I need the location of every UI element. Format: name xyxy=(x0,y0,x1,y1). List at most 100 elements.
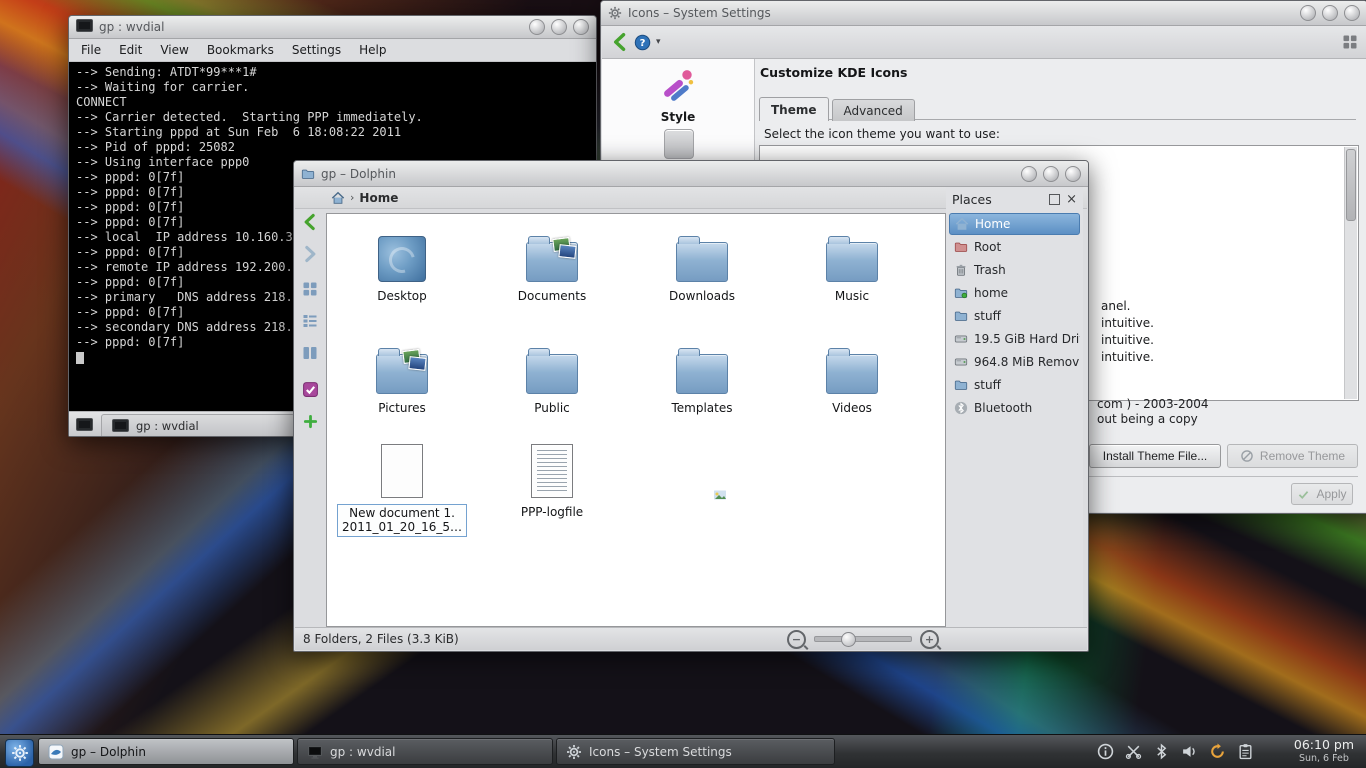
place-item-stuff[interactable]: stuff xyxy=(949,374,1080,396)
maximize-button[interactable] xyxy=(551,19,567,35)
columns-view-button[interactable] xyxy=(298,341,322,365)
place-item-964-8-mib-remov-[interactable]: 964.8 MiB Remov… xyxy=(949,351,1080,373)
forward-button[interactable] xyxy=(298,242,322,266)
zoom-out-icon[interactable]: − xyxy=(787,630,806,649)
icons-view-button[interactable] xyxy=(298,277,322,301)
drive-icon xyxy=(954,332,968,346)
terminal-line: CONNECT xyxy=(76,95,589,110)
settings-window-icon xyxy=(608,6,622,20)
tab-advanced[interactable]: Advanced xyxy=(832,99,915,121)
menu-view[interactable]: View xyxy=(160,43,188,57)
place-item-stuff[interactable]: stuff xyxy=(949,305,1080,327)
theme-list-item-fragment: intuitive. xyxy=(1101,332,1154,349)
task-icons-system-settings[interactable]: Icons – System Settings xyxy=(556,738,835,765)
maximize-button[interactable] xyxy=(1322,5,1338,21)
no-entry-icon xyxy=(1240,449,1254,463)
float-panel-icon[interactable] xyxy=(1049,194,1060,205)
place-item-home[interactable]: Home xyxy=(949,213,1080,235)
terminal-titlebar[interactable]: gp : wvdial xyxy=(69,16,596,39)
clipboard-icon[interactable] xyxy=(1237,743,1254,760)
folder-label: Downloads xyxy=(665,288,739,304)
details-view-button[interactable] xyxy=(298,309,322,333)
new-tab-button[interactable] xyxy=(71,413,97,435)
maximize-button[interactable] xyxy=(1043,166,1059,182)
bluetooth-icon[interactable] xyxy=(1153,743,1170,760)
back-button[interactable] xyxy=(298,210,322,234)
check-icon xyxy=(1297,488,1310,501)
task-gp-dolphin[interactable]: gp – Dolphin xyxy=(38,738,294,765)
terminal-icon xyxy=(76,418,93,431)
menu-help[interactable]: Help xyxy=(359,43,386,57)
scissors-icon[interactable] xyxy=(1125,743,1142,760)
folder-item-music[interactable]: Music xyxy=(777,222,927,304)
menu-bookmarks[interactable]: Bookmarks xyxy=(207,43,274,57)
apply-button[interactable]: Apply xyxy=(1291,483,1353,505)
dolphin-icon xyxy=(48,744,64,760)
file-item[interactable]: New document 1. 2011_01_20_16_5… xyxy=(327,438,477,537)
place-item-19-5-gib-hard-drive[interactable]: 19.5 GiB Hard Drive xyxy=(949,328,1080,350)
place-item-trash[interactable]: Trash xyxy=(949,259,1080,281)
overview-icon[interactable] xyxy=(1342,34,1358,50)
home-icon xyxy=(955,217,969,231)
sidebar-item-style[interactable]: Style xyxy=(602,67,754,124)
close-button[interactable] xyxy=(1065,166,1081,182)
menu-settings[interactable]: Settings xyxy=(292,43,341,57)
scrollbar[interactable] xyxy=(1344,147,1357,399)
desktop-folder-icon xyxy=(378,236,426,282)
updates-icon[interactable] xyxy=(1209,743,1226,760)
file-label: PPP-logfile xyxy=(517,504,587,520)
close-button[interactable] xyxy=(573,19,589,35)
menu-file[interactable]: File xyxy=(81,43,101,57)
place-label: Home xyxy=(975,217,1010,231)
clock[interactable]: 06:10 pm Sun, 6 Feb xyxy=(1294,737,1354,765)
theme-list-item-fragment: intuitive. xyxy=(1101,315,1154,332)
remove-theme-button[interactable]: Remove Theme xyxy=(1227,444,1358,468)
photo-thumb xyxy=(558,244,576,259)
settings-titlebar[interactable]: Icons – System Settings xyxy=(601,1,1366,26)
folder-item-pictures[interactable]: Pictures xyxy=(327,334,477,416)
minimize-button[interactable] xyxy=(1300,5,1316,21)
volume-icon[interactable] xyxy=(1181,743,1198,760)
folder-item-downloads[interactable]: Downloads xyxy=(627,222,777,304)
application-launcher-button[interactable] xyxy=(5,739,34,767)
notifications-icon[interactable] xyxy=(1097,743,1114,760)
folder-label: Pictures xyxy=(374,400,430,416)
task-gp-wvdial[interactable]: gp : wvdial xyxy=(297,738,553,765)
terminal-line: --> Starting pppd at Sun Feb 6 18:08:22 … xyxy=(76,125,589,140)
zoom-in-icon[interactable]: + xyxy=(920,630,939,649)
close-panel-icon[interactable]: × xyxy=(1066,193,1077,206)
place-item-home[interactable]: home xyxy=(949,282,1080,304)
task-label: gp – Dolphin xyxy=(71,745,146,759)
folder-item-videos[interactable]: Videos xyxy=(777,334,927,416)
folder-label: Templates xyxy=(667,400,736,416)
minimize-button[interactable] xyxy=(529,19,545,35)
file-item[interactable]: PPP-logfile xyxy=(477,438,627,520)
folder-icon xyxy=(954,378,968,392)
dolphin-titlebar[interactable]: gp – Dolphin xyxy=(294,161,1088,187)
install-theme-button[interactable]: Install Theme File... xyxy=(1089,444,1221,468)
zoom-slider[interactable] xyxy=(814,636,912,642)
theme-credits: com ) - 2003-2004out being a copy xyxy=(1097,397,1209,427)
sidebar-item-disabled-icon[interactable] xyxy=(664,129,694,159)
terminal-tab[interactable]: gp : wvdial xyxy=(101,414,295,436)
split-view-button[interactable] xyxy=(298,409,322,433)
terminal-icon xyxy=(307,744,323,760)
tab-theme[interactable]: Theme xyxy=(759,97,829,121)
minimize-button[interactable] xyxy=(1021,166,1037,182)
folder-item-public[interactable]: Public xyxy=(477,334,627,416)
folder-item-templates[interactable]: Templates xyxy=(627,334,777,416)
place-item-root[interactable]: Root xyxy=(949,236,1080,258)
dolphin-title: gp – Dolphin xyxy=(321,167,396,181)
folder-item-desktop[interactable]: Desktop xyxy=(327,222,477,304)
terminal-line: --> Waiting for carrier. xyxy=(76,80,589,95)
folder-item-documents[interactable]: Documents xyxy=(477,222,627,304)
preview-button[interactable] xyxy=(298,377,322,401)
close-button[interactable] xyxy=(1344,5,1360,21)
place-item-bluetooth[interactable]: Bluetooth xyxy=(949,397,1080,419)
zoom-slider-knob[interactable] xyxy=(841,632,856,647)
back-button[interactable] xyxy=(610,32,630,52)
menu-edit[interactable]: Edit xyxy=(119,43,142,57)
apply-label: Apply xyxy=(1316,487,1346,501)
help-button[interactable]: ? xyxy=(634,34,651,51)
dolphin-view[interactable]: DesktopDocuments Downloads Music Pictures Pu… xyxy=(326,213,946,627)
